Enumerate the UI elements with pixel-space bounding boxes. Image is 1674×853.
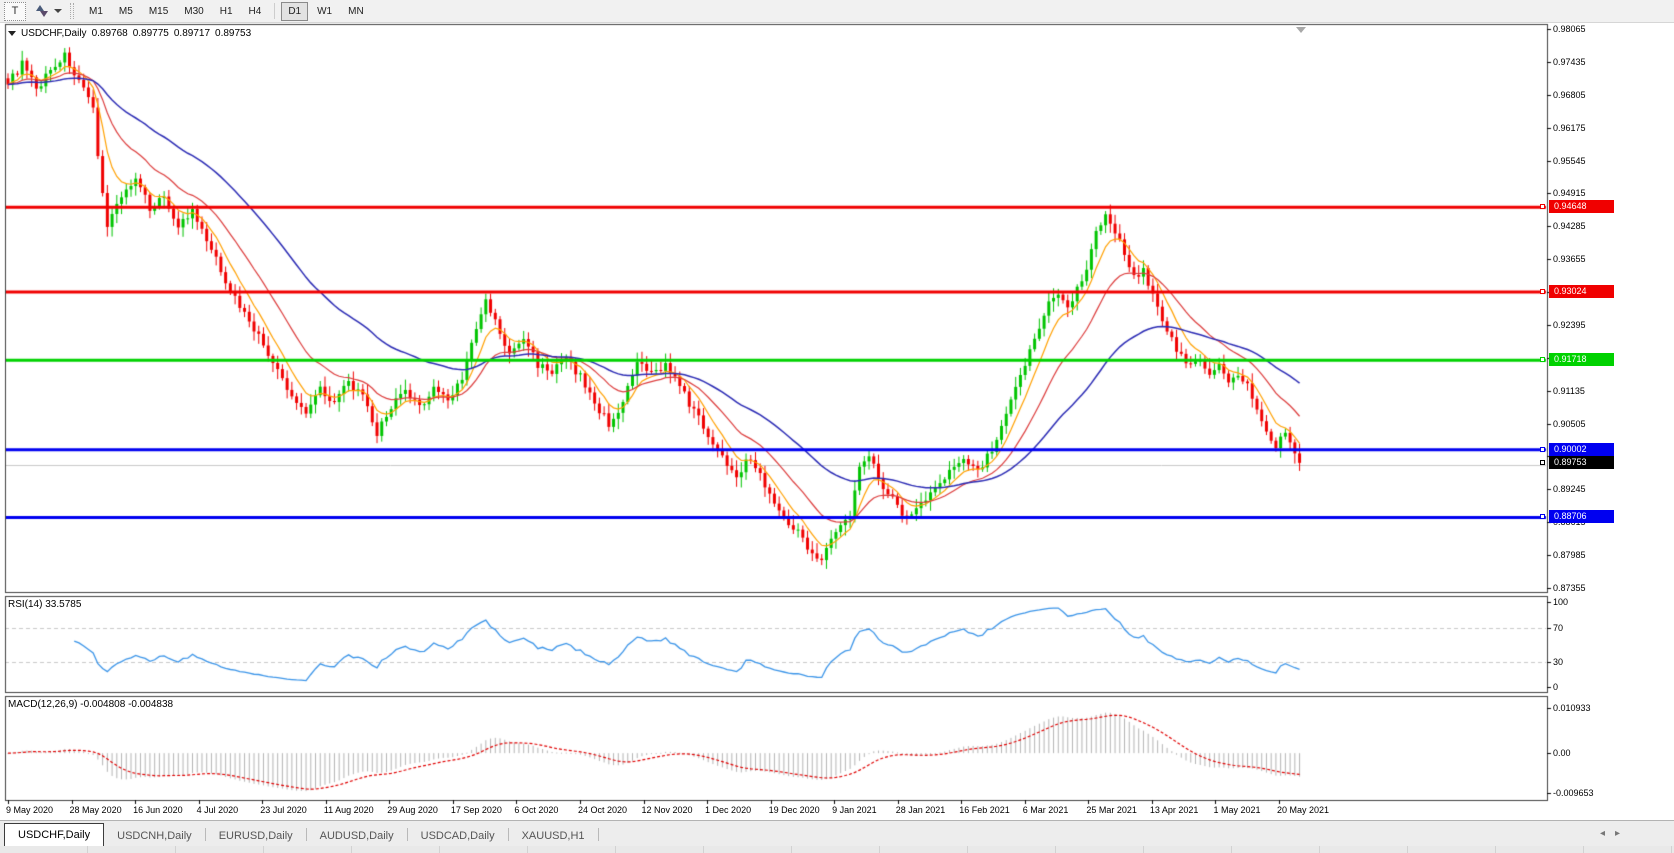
symbol-period-label: USDCHF,Daily [21,28,87,39]
price-tick-label: 0.89245 [1553,484,1586,495]
tab-separator [597,827,599,841]
date-tick-label: 1 Dec 2020 [705,805,752,815]
rsi-tick-label: 0 [1553,682,1559,692]
date-tick-label: 16 Jun 2020 [133,805,183,815]
open-value: 0.89768 [91,28,128,39]
rsi-tick-label: 100 [1553,597,1569,607]
date-tick-label: 16 Feb 2021 [959,805,1010,815]
date-tick-label: 25 Mar 2021 [1086,805,1137,815]
price-tick-label: 0.96805 [1553,89,1586,100]
date-tick-label: 4 Jul 2020 [196,805,239,815]
date-tick-label: 23 Jul 2020 [260,805,307,815]
price-tick-label: 0.95545 [1553,155,1586,166]
level-badge-0.94648-marker [1540,204,1545,210]
macd-panel-label: MACD(12,26,9) -0.004808 -0.004838 [8,699,174,710]
macd-tick-label: -0.009653 [1553,788,1594,798]
macd-tick-label: 0.010933 [1553,703,1591,713]
date-tick-label: 20 May 2021 [1277,805,1330,815]
date-tick-label: 29 Aug 2020 [387,805,438,815]
tab-scroll-right-button[interactable]: ▸ [1615,828,1630,839]
price-tick-label: 0.91135 [1553,385,1585,396]
date-tick-label: 9 May 2020 [6,805,54,815]
date-tick-label: 6 Mar 2021 [1022,805,1069,815]
level-badge-0.91718: 0.91718 [1549,353,1614,367]
price-tick-label: 0.98065 [1553,24,1586,34]
level-badge-0.90002-marker [1540,446,1545,452]
symbol-tabs: USDCHF,Daily USDCNH,Daily EURUSD,Daily AUDU… [0,821,599,847]
date-tick-label: 19 Dec 2020 [768,805,820,815]
level-badge-0.88706-marker [1540,514,1545,520]
chart-header: USDCHF,Daily 0.89768 0.89775 0.89717 0.8… [8,28,251,39]
symbol-tabbar: USDCHF,Daily USDCNH,Daily EURUSD,Daily AUDU… [0,820,1674,847]
chart-shift-marker[interactable] [1296,27,1306,33]
date-tick-label: 17 Sep 2020 [450,805,502,815]
rsi-tick-label: 30 [1553,656,1564,667]
rsi-panel-label: RSI(14) 33.5785 [8,599,82,610]
current-price-badge-marker [1540,459,1545,465]
date-tick-label: 28 May 2020 [69,805,122,815]
price-tick-label: 0.87355 [1553,583,1586,593]
price-tick-label: 0.92395 [1553,319,1586,330]
price-tick-label: 0.96175 [1553,122,1586,133]
level-badge-0.93024-marker [1540,289,1545,295]
rsi-tick-label: 70 [1553,622,1564,633]
date-tick-label: 1 May 2021 [1213,805,1261,815]
level-badge-0.93024: 0.93024 [1549,285,1614,299]
price-tick-label: 0.94915 [1553,188,1586,199]
date-tick-label: 24 Oct 2020 [577,805,627,815]
price-tick-label: 0.87985 [1553,550,1586,561]
price-tick-label: 0.90505 [1553,418,1586,429]
low-value: 0.89717 [173,28,211,39]
date-tick-label: 28 Jan 2021 [895,805,946,815]
date-tick-label: 11 Aug 2020 [323,805,374,815]
tab-usdcad-daily[interactable]: USDCAD,Daily [408,825,508,847]
date-tick-label: 9 Jan 2021 [832,805,877,815]
tab-audusd-daily[interactable]: AUDUSD,Daily [307,825,407,847]
price-chart-canvas[interactable] [0,0,1674,853]
macd-tick-label: 0.00 [1553,748,1571,759]
symbol-dropdown-icon[interactable] [8,31,16,36]
high-value: 0.89775 [132,28,169,39]
close-value: 0.89753 [215,28,252,39]
price-tick-label: 0.97435 [1553,56,1586,67]
level-badge-0.91718-marker [1540,357,1545,363]
tab-scroll-left-button[interactable]: ◂ [1600,828,1615,839]
horizontal-scrollbar[interactable] [0,846,1674,853]
tab-xauusd-h1[interactable]: XAUUSD,H1 [509,825,598,847]
level-badge-0.94648: 0.94648 [1549,200,1614,214]
tab-eurusd-daily[interactable]: EURUSD,Daily [206,825,306,847]
level-badge-0.90002: 0.90002 [1549,442,1614,456]
tab-scroll-arrows: ◂▸ [1600,828,1630,839]
current-price-badge: 0.89753 [1549,455,1614,469]
date-tick-label: 12 Nov 2020 [641,805,693,815]
mt4-window: T M1M5M15M30H1H4D1W1MN USDCHF,Daily 0.89… [0,0,1674,853]
level-badge-0.88706: 0.88706 [1549,510,1614,524]
price-tick-label: 0.94285 [1553,221,1586,232]
price-tick-label: 0.93655 [1553,254,1586,265]
tab-usdchf-daily[interactable]: USDCHF,Daily [4,823,105,847]
date-tick-label: 6 Oct 2020 [514,805,559,815]
tab-usdcnh-daily[interactable]: USDCNH,Daily [104,825,205,847]
date-tick-label: 13 Apr 2021 [1149,805,1199,815]
